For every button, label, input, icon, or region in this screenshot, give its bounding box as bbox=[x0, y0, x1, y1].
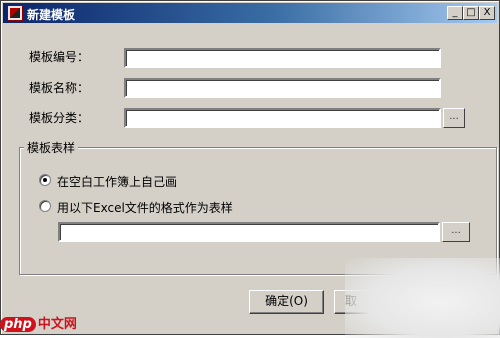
template-number-label: 模板编号： bbox=[29, 50, 90, 64]
excel-format-radio[interactable] bbox=[39, 200, 51, 212]
app-icon bbox=[7, 5, 23, 21]
excel-format-label[interactable]: 用以下Excel文件的格式作为表样 bbox=[57, 199, 233, 216]
template-name-input[interactable] bbox=[124, 78, 441, 98]
window-title: 新建模板 bbox=[27, 8, 76, 22]
title-bar: 新建模板 _ □ X bbox=[3, 3, 497, 23]
maximize-button[interactable]: □ bbox=[463, 6, 479, 20]
watermark: php 中文网 bbox=[0, 313, 77, 332]
category-browse-button[interactable]: ... bbox=[443, 108, 465, 128]
template-name-label: 模板名称： bbox=[29, 81, 90, 95]
template-category-input[interactable] bbox=[124, 108, 441, 128]
watermark-text: 中文网 bbox=[37, 317, 77, 332]
excel-browse-button[interactable]: ... bbox=[442, 222, 470, 242]
template-category-label: 模板分类： bbox=[29, 111, 90, 125]
close-button[interactable]: X bbox=[479, 6, 495, 20]
minimize-button[interactable]: _ bbox=[447, 6, 463, 20]
template-style-group-title: 模板表样 bbox=[24, 139, 79, 156]
ok-button[interactable]: 确定(O) bbox=[249, 290, 324, 314]
blank-workbook-radio[interactable] bbox=[39, 174, 51, 186]
radio-selected-dot bbox=[43, 178, 47, 182]
excel-file-path-input[interactable] bbox=[58, 222, 440, 242]
template-number-input[interactable] bbox=[124, 48, 441, 68]
watermark-logo: php bbox=[0, 317, 36, 332]
watermark-blur bbox=[345, 258, 500, 338]
blank-workbook-label[interactable]: 在空白工作簿上自己画 bbox=[57, 173, 177, 190]
